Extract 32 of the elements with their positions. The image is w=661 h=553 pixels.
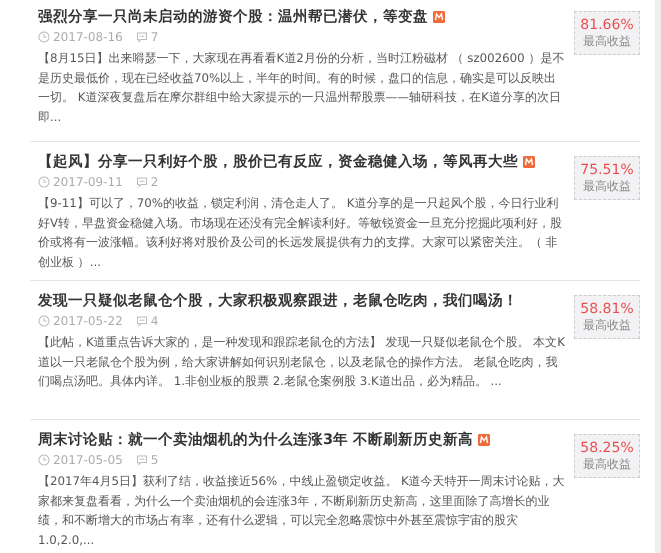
post-title[interactable]: 强烈分享一只尚未启动的游资个股：温州帮已潜伏，等变盘 [38, 6, 428, 28]
clock-icon [38, 176, 50, 188]
clock-icon [38, 315, 50, 327]
clock-icon [38, 454, 50, 466]
post-title[interactable]: 周末讨论贴：就一个卖油烟机的为什么连涨3年 不断刷新历史新高 [38, 429, 474, 451]
return-label: 最高收益 [583, 179, 631, 194]
return-label: 最高收益 [583, 457, 631, 472]
comment-count: 2 [150, 174, 158, 190]
post-date: 2017-09-11 [53, 174, 123, 190]
comment-count: 5 [150, 452, 158, 468]
post-date: 2017-05-05 [53, 452, 123, 468]
comment-icon [136, 454, 148, 466]
post-title[interactable]: 发现一只疑似老鼠仓个股，大家积极观察跟进，老鼠仓吃肉，我们喝汤！ [38, 290, 518, 312]
comment-count: 4 [150, 313, 158, 329]
comment-icon [136, 31, 148, 43]
return-label: 最高收益 [583, 34, 631, 49]
return-value: 75.51% [580, 162, 634, 179]
comment-icon [136, 176, 148, 188]
comment-count: 7 [150, 29, 158, 45]
return-value: 58.25% [580, 440, 634, 457]
post-excerpt: 【8月15日】出来嘚瑟一下，大家现在再看看K道2月份的分析，当时江粉磁材 （ sz002600 ）是不是历史最低价，现在已经收益70%以上，半年的时间。有的时候，盘口的信息，确实是可以反映出一切。 K道深夜复盘后在摩尔群组中给大家提示的一只温州帮股票——轴研科技，在K道分享的次日即... [38, 50, 566, 126]
comment-icon [136, 315, 148, 327]
post-title[interactable]: 【起风】分享一只利好个股，股价已有反应，资金稳健入场，等风再大些 [38, 151, 518, 173]
post-date: 2017-08-16 [53, 29, 123, 45]
return-value: 81.66% [580, 17, 634, 34]
post-excerpt: 【2017年4月5日】获利了结，收益接近56%，中线止盈锁定收益。 K道今天特开一周末讨论贴，大家都来复盘看看，为什么一个卖油烟机的会连涨3年，不断刷新历史新高，这里面除了高增长的业绩，和不断增大的市场占有率，还有什么逻辑，可以完全忽略震惊中外甚至震惊宇宙的股灾1.0,2.0,... [38, 473, 566, 548]
post-excerpt: 【此帖，K道重点告诉大家的，是一种发现和跟踪老鼠仓的方法】 发现一只疑似老鼠仓个股。 本文K道以一只老鼠仓个股为例，给大家讲解如何识别老鼠仓，以及老鼠仓的操作方法。 老鼠仓吃肉，我们喝点汤吧。具体内详。 1.非创业板的股票 2.老鼠仓案例股 3.K道出品，必为精品。 ... [38, 334, 566, 390]
post-date: 2017-05-22 [53, 313, 123, 329]
clock-icon [38, 31, 50, 43]
return-label: 最高收益 [583, 318, 631, 333]
return-value: 58.81% [580, 301, 634, 318]
post-excerpt: 【9-11】可以了，70%的收益，锁定利润，清仓走人了。 K道分享的是一只起风个股，今日行业利好V转，早盘资金稳健入场。市场现在还没有完全解读利好。等敏锐资金一旦充分挖掘此项利好，股价或将有一波涨幅。该利好将对股价及公司的长远发展提供有力的支撑。大家可以紧密关注。（ 非创业板 ）... [38, 195, 564, 270]
